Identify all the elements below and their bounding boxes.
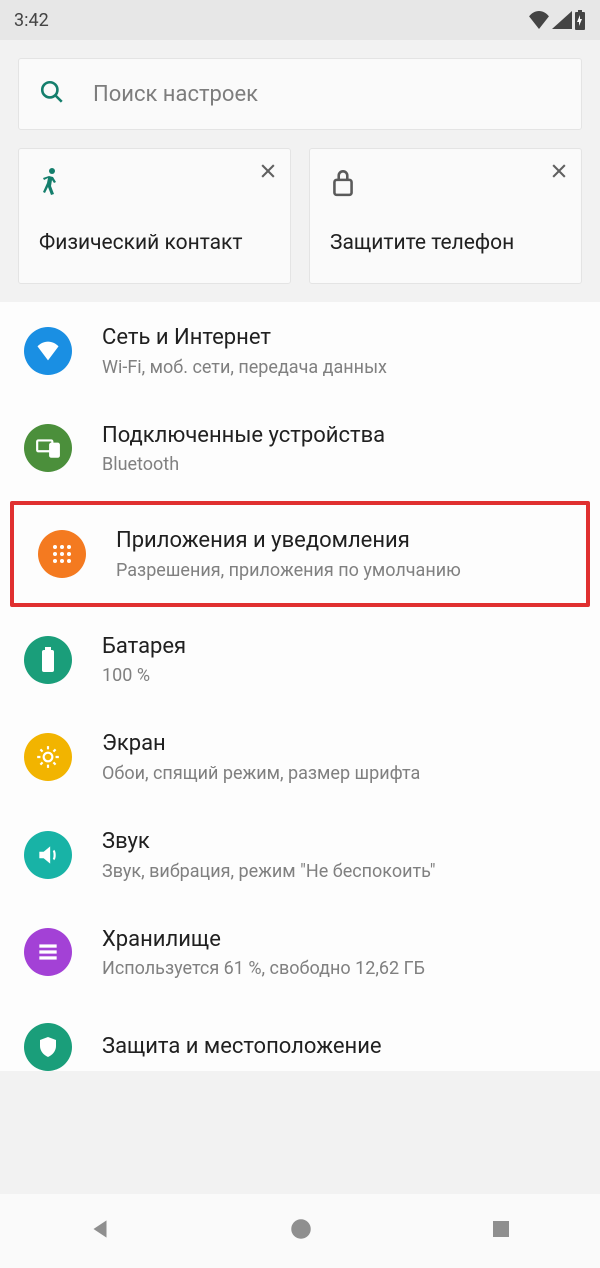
highlight-box: Приложения и уведомления Разрешения, при… — [10, 501, 590, 607]
item-title: Подключенные устройства — [102, 422, 576, 451]
search-bar[interactable]: Поиск настроек — [18, 58, 582, 130]
speaker-icon — [24, 831, 72, 879]
recents-button[interactable] — [489, 1217, 513, 1245]
wifi-icon — [24, 327, 72, 375]
item-title: Защита и местоположение — [102, 1033, 576, 1062]
card-title: Физический контакт — [39, 231, 270, 255]
walking-person-icon — [39, 167, 270, 201]
item-subtitle: 100 % — [102, 665, 576, 686]
item-title: Звук — [102, 828, 576, 857]
card-protect-phone[interactable]: Защитите телефон — [309, 148, 582, 284]
battery-icon — [574, 10, 586, 30]
status-time: 3:42 — [14, 10, 49, 31]
suggestion-cards: Физический контакт Защитите телефон — [18, 148, 582, 284]
card-title: Защитите телефон — [330, 231, 561, 255]
close-icon[interactable] — [549, 161, 569, 185]
wifi-icon — [528, 11, 550, 29]
item-storage[interactable]: Хранилище Используется 61 %, свободно 12… — [0, 904, 600, 1002]
back-button[interactable] — [87, 1216, 113, 1246]
security-icon — [24, 1023, 72, 1071]
item-subtitle: Звук, вибрация, режим "Не беспокоить" — [102, 861, 576, 882]
status-icons — [528, 10, 586, 30]
item-sound[interactable]: Звук Звук, вибрация, режим "Не беспокоит… — [0, 806, 600, 904]
card-physical-contact[interactable]: Физический контакт — [18, 148, 291, 284]
item-display[interactable]: Экран Обои, спящий режим, размер шрифта — [0, 708, 600, 806]
item-subtitle: Разрешения, приложения по умолчанию — [116, 560, 562, 581]
item-subtitle: Обои, спящий режим, размер шрифта — [102, 763, 576, 784]
close-icon[interactable] — [258, 161, 278, 185]
battery-icon — [24, 636, 72, 684]
apps-grid-icon — [38, 530, 86, 578]
devices-icon — [24, 424, 72, 472]
settings-list: Сеть и Интернет Wi-Fi, моб. сети, переда… — [0, 302, 600, 1071]
item-security-location[interactable]: Защита и местоположение — [0, 1001, 600, 1071]
item-apps-notifications[interactable]: Приложения и уведомления Разрешения, при… — [14, 505, 586, 603]
item-title: Хранилище — [102, 926, 576, 955]
navigation-bar — [0, 1194, 600, 1268]
search-placeholder: Поиск настроек — [93, 82, 258, 107]
storage-icon — [24, 928, 72, 976]
lock-icon — [330, 167, 561, 201]
brightness-icon — [24, 733, 72, 781]
item-connected-devices[interactable]: Подключенные устройства Bluetooth — [0, 400, 600, 498]
signal-icon — [552, 11, 572, 29]
status-bar: 3:42 — [0, 0, 600, 40]
item-subtitle: Используется 61 %, свободно 12,62 ГБ — [102, 958, 576, 979]
item-title: Экран — [102, 730, 576, 759]
item-battery[interactable]: Батарея 100 % — [0, 611, 600, 709]
item-title: Батарея — [102, 633, 576, 662]
item-network[interactable]: Сеть и Интернет Wi-Fi, моб. сети, переда… — [0, 302, 600, 400]
top-area: Поиск настроек Физический контакт Защити… — [0, 40, 600, 302]
search-icon — [39, 79, 65, 109]
item-title: Приложения и уведомления — [116, 527, 562, 556]
item-subtitle: Bluetooth — [102, 454, 576, 475]
home-button[interactable] — [288, 1216, 314, 1246]
item-subtitle: Wi-Fi, моб. сети, передача данных — [102, 357, 576, 378]
item-title: Сеть и Интернет — [102, 324, 576, 353]
